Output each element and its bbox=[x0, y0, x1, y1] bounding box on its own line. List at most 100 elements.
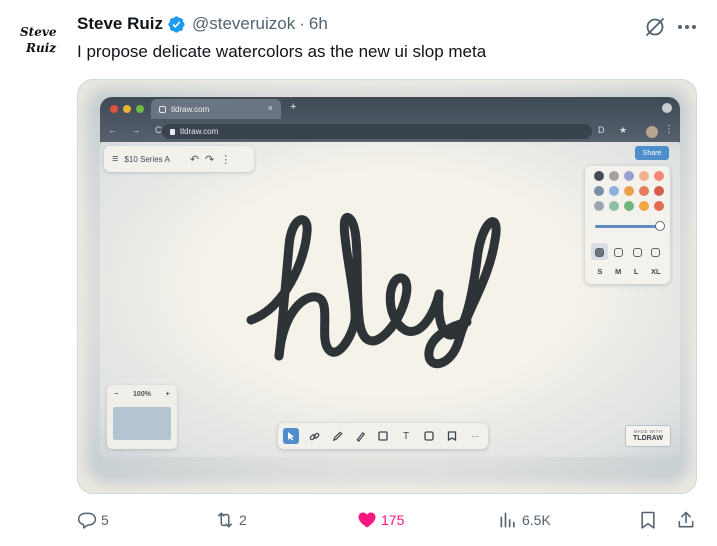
browser-tab: tldraw.com × bbox=[151, 99, 281, 119]
timestamp[interactable]: 6h bbox=[309, 14, 328, 34]
reply-count: 5 bbox=[101, 512, 109, 528]
made-with-tldraw-badge: MADE WITH TLDRAW bbox=[625, 425, 671, 447]
maximize-window-dot bbox=[136, 105, 144, 113]
color-swatch bbox=[654, 186, 664, 196]
made-with-label: MADE WITH bbox=[633, 429, 663, 434]
author-name[interactable]: Steve Ruiz bbox=[77, 14, 163, 34]
like-count: 175 bbox=[381, 512, 405, 528]
highlighter-tool-icon bbox=[352, 428, 368, 444]
repost-icon bbox=[218, 512, 232, 528]
grok-icon[interactable] bbox=[643, 15, 667, 39]
media-image[interactable]: tldraw.com × + ← → C tldraw.com D ★ ⋮ ≡ … bbox=[77, 79, 697, 494]
verified-badge-icon bbox=[168, 15, 185, 33]
tab-close-icon: × bbox=[267, 103, 273, 113]
color-swatch bbox=[639, 171, 649, 181]
url-action-icons: D ★ bbox=[598, 125, 634, 135]
tab-favicon-icon bbox=[159, 105, 166, 113]
hamburger-menu-icon: ≡ bbox=[112, 153, 119, 165]
zoom-controls: − 100% + bbox=[107, 391, 177, 398]
share-icon bbox=[678, 511, 694, 528]
fill-pattern-option bbox=[651, 248, 660, 257]
color-swatch bbox=[594, 186, 604, 196]
avatar-line-1: Steve bbox=[20, 25, 57, 39]
color-swatch bbox=[624, 171, 634, 181]
size-options: S M L XL bbox=[591, 267, 667, 276]
tab-title: tldraw.com bbox=[171, 104, 210, 114]
size-s: S bbox=[597, 267, 603, 276]
reply-icon bbox=[77, 512, 97, 529]
like-button[interactable]: 175 bbox=[357, 510, 404, 530]
views-count: 6.5K bbox=[522, 512, 551, 528]
close-window-dot bbox=[110, 105, 118, 113]
url-bar: tldraw.com bbox=[162, 124, 592, 139]
undo-icon: ↶ bbox=[189, 153, 200, 166]
zoom-in-icon: + bbox=[165, 391, 170, 398]
zoom-level: 100% bbox=[133, 391, 151, 398]
avatar[interactable]: Steve Ruiz bbox=[14, 16, 66, 60]
tweet-actions: 5 2 175 6.5K bbox=[77, 510, 702, 534]
hey-drawing bbox=[246, 213, 501, 369]
color-swatch bbox=[639, 186, 649, 196]
tweet-header: Steve Ruiz @steveruizok · 6h bbox=[77, 14, 328, 34]
browser-window: tldraw.com × + ← → C tldraw.com D ★ ⋮ ≡ … bbox=[100, 97, 680, 457]
panel-kebab-icon: ⋮ bbox=[220, 153, 232, 166]
fill-semi-option bbox=[614, 248, 623, 257]
select-tool-icon bbox=[283, 428, 299, 444]
bookmark-button[interactable] bbox=[638, 510, 658, 530]
browser-menu-icon bbox=[662, 103, 672, 113]
tool-toolbar: T ··· bbox=[278, 423, 488, 449]
note-tool-icon bbox=[444, 428, 460, 444]
more-tools-icon: ··· bbox=[471, 431, 479, 441]
color-swatch bbox=[639, 201, 649, 211]
color-swatch bbox=[624, 186, 634, 196]
browser-kebab-icon: ⋮ bbox=[664, 124, 674, 135]
link-tool-icon bbox=[306, 428, 322, 444]
share-tweet-button[interactable] bbox=[676, 510, 696, 530]
views-icon bbox=[500, 512, 515, 528]
minimize-window-dot bbox=[123, 105, 131, 113]
bookmark-icon bbox=[641, 511, 655, 529]
tldraw-canvas: ≡ $10 Series A ↶ ↷ ⋮ Share S M L XL − 10… bbox=[100, 142, 680, 457]
color-swatch bbox=[624, 201, 634, 211]
minimap bbox=[113, 407, 171, 440]
lock-icon bbox=[170, 128, 175, 135]
color-swatch bbox=[654, 201, 664, 211]
style-panel: S M L XL bbox=[585, 166, 670, 284]
size-xl: XL bbox=[651, 267, 661, 276]
heart-icon bbox=[358, 512, 376, 528]
author-handle[interactable]: @steveruizok bbox=[192, 14, 295, 34]
document-title: $10 Series A bbox=[124, 154, 170, 164]
opacity-slider-track bbox=[595, 225, 659, 228]
separator-dot: · bbox=[299, 14, 305, 33]
more-options-icon[interactable] bbox=[675, 15, 699, 39]
draw-tool-icon bbox=[329, 428, 345, 444]
redo-icon: ↷ bbox=[205, 153, 215, 166]
share-button: Share bbox=[635, 146, 669, 160]
text-tool-icon: T bbox=[402, 430, 410, 442]
frame-tool-icon bbox=[421, 428, 437, 444]
rectangle-tool-icon bbox=[375, 428, 391, 444]
reply-button[interactable]: 5 bbox=[77, 510, 109, 530]
views-button[interactable]: 6.5K bbox=[498, 510, 551, 530]
size-l: L bbox=[633, 267, 639, 276]
repost-count: 2 bbox=[239, 512, 247, 528]
opacity-slider-knob bbox=[655, 221, 665, 231]
avatar-line-2: Ruiz bbox=[25, 41, 57, 55]
new-tab-icon: + bbox=[290, 101, 297, 113]
tweet-text: I propose delicate watercolors as the ne… bbox=[77, 42, 487, 61]
profile-avatar bbox=[646, 126, 658, 138]
color-swatch bbox=[609, 201, 619, 211]
color-swatch bbox=[654, 171, 664, 181]
fill-solid-option bbox=[595, 248, 604, 257]
color-swatch bbox=[594, 171, 604, 181]
size-m: M bbox=[614, 267, 622, 276]
repost-button[interactable]: 2 bbox=[215, 510, 247, 530]
color-swatch bbox=[609, 171, 619, 181]
fill-none-option bbox=[633, 248, 642, 257]
url-text: tldraw.com bbox=[180, 127, 219, 136]
tldraw-brand: TLDRAW bbox=[633, 435, 663, 442]
color-swatch bbox=[594, 201, 604, 211]
color-swatch bbox=[609, 186, 619, 196]
zoom-panel: − 100% + bbox=[107, 385, 177, 449]
zoom-out-icon: − bbox=[114, 391, 119, 398]
